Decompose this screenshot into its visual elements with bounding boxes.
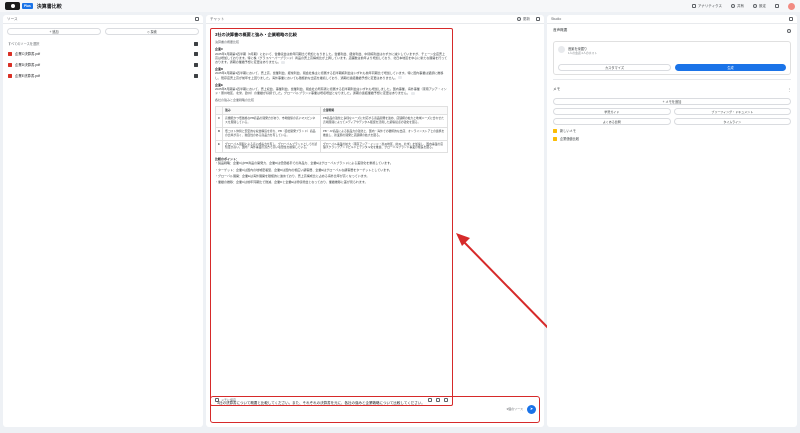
section-text: 2025年3月期第3四半期（9月期）において、営業収益は前年同期比で増加となりま… — [215, 51, 448, 65]
source-checkbox[interactable] — [194, 62, 198, 67]
source-item[interactable]: 企業C決算書.pdf — [3, 48, 203, 59]
share-icon — [731, 4, 735, 8]
chat-header: チャット 更新 — [206, 15, 544, 24]
audio-overview-label: 音声概要 — [553, 28, 791, 33]
generate-button[interactable]: 生成 — [675, 64, 786, 71]
app-logo — [5, 2, 20, 10]
studio-title: Studio — [551, 17, 562, 21]
source-count: 3個のソース — [506, 407, 523, 411]
note-icon — [553, 136, 557, 141]
table-row: C 高機能かつ低価格なPB商品の開発力があり、市場価値の高いマスビジネスを展開し… — [214, 114, 449, 129]
source-checkbox[interactable] — [194, 51, 198, 56]
send-arrow-icon: ➤ — [529, 406, 534, 412]
refresh-icon — [516, 17, 521, 21]
pdf-icon — [8, 62, 12, 67]
table-heading: 各社の強みと企業戦略の比較 — [215, 98, 255, 103]
expand-panel-icon[interactable] — [536, 17, 540, 21]
avatar[interactable] — [788, 2, 795, 10]
analytics-button[interactable]: アナリティクス — [691, 4, 722, 9]
settings-button[interactable]: 設定 — [753, 4, 766, 9]
audio-card-subtitle: 1人の会話 2人のホスト — [568, 51, 598, 55]
analytics-icon — [691, 4, 696, 8]
faq-button[interactable]: よくある質問 — [553, 118, 671, 126]
refresh-button[interactable]: 更新 — [516, 17, 530, 22]
sources-panel: ソース + 追加 ◇ 探索 すべてのソースを選択 企業C決算書.pdf 企業D決… — [3, 15, 203, 427]
chat-answer: 3社の決算書の概要と強み・企業戦略の比較 決算書の概要比較 企業C 2025年3… — [210, 28, 453, 406]
points-list: ・製品戦略：企業CはPB商品の開発力、企業Dは低価格帯での商品力、企業Eはグロー… — [215, 161, 448, 184]
source-item[interactable]: 企業E決算書.pdf — [3, 70, 203, 81]
study-guide-button[interactable]: 学習ガイド — [553, 108, 671, 116]
gear-icon — [753, 4, 757, 8]
studio-panel: Studio 音声概要 音楽を深掘り 1人の会話 2人のホスト カスタマイズ 生… — [547, 15, 797, 427]
section-text: 2025年2月期第3四半期において、売上高、営業利益、経常利益、親会社株主に帰属… — [215, 71, 444, 80]
collapse-panel-icon[interactable] — [195, 17, 199, 21]
top-bar: Plus 決算書比較 アナリティクス 共有 設定 — [0, 0, 800, 12]
pdf-icon — [8, 73, 12, 78]
list-item: ・業績の推移：企業Cは前年同期比で微減、企業Dと企業Eは増収増益となっており、業… — [215, 180, 368, 185]
sources-header: ソース — [3, 15, 203, 24]
answer-subtitle: 決算書の概要比較 — [215, 40, 240, 45]
briefing-doc-button[interactable]: ブリーフィング・ドキュメント — [673, 108, 791, 116]
more-options-icon[interactable]: ⋮ — [787, 88, 791, 92]
table-header-cell: 強み — [222, 105, 321, 116]
memo-label: メモ ⋮ — [553, 87, 791, 92]
collapse-panel-icon[interactable] — [789, 17, 793, 21]
chat-input[interactable]: 3社の決算書について概要と比較してください。また、それぞれの決算書を元に、各社の… — [210, 396, 540, 423]
citation-chip[interactable] — [398, 76, 403, 80]
pdf-icon — [8, 51, 12, 56]
add-memo-button[interactable]: + メモを追加 — [553, 98, 791, 106]
sources-title: ソース — [7, 16, 18, 21]
table-header-cell — [214, 105, 224, 116]
answer-title: 3社の決算書の概要と強み・企業戦略の比較 — [215, 32, 297, 37]
chat-title: チャット — [210, 16, 225, 21]
note-icon — [553, 128, 557, 133]
plus-badge: Plus — [22, 3, 33, 9]
memo-item[interactable]: 企業価値比較 — [553, 136, 791, 141]
table-row: D 低コスト体質と安定的な収益構造を持ち、PB（自社開発ブランド）商品の比率が高… — [214, 127, 449, 141]
list-item: ・グローバル展開：企業Eは海外展開を積極的に進めており、売上高構成比に占める海外… — [215, 173, 370, 178]
section-text: 2025年8月期第1四半期において、売上収益、事業利益、営業利益、親会社の所有者… — [215, 87, 447, 96]
list-item: ・製品戦略：企業CはPB商品の開発力、企業Dは低価格帯での商品力、企業Eはグロー… — [215, 161, 393, 166]
list-item: ・ターゲット：企業Cは国内の地域密着型、企業Dは国内の幅広い顧客層、企業Eはグロ… — [215, 167, 392, 172]
memo-item[interactable]: 新しいメモ — [553, 128, 791, 133]
audio-overview-card: 音楽を深掘り 1人の会話 2人のホスト カスタマイズ 生成 — [553, 41, 791, 75]
table-header-cell: 企業戦略 — [319, 105, 449, 116]
audio-icon — [558, 46, 565, 53]
citation-chip[interactable] — [410, 91, 415, 95]
table-row: E グローバル展開による高い成長力を有し、グローバルブランドとしての認知度が高い… — [214, 139, 449, 154]
info-icon[interactable] — [787, 28, 791, 33]
send-button[interactable]: ➤ — [527, 405, 536, 414]
select-all-row[interactable]: すべてのソースを選択 — [3, 39, 203, 48]
discover-button[interactable]: ◇ 探索 — [105, 28, 199, 35]
apps-grid-icon[interactable] — [775, 4, 779, 8]
comparison-table: 強み 企業戦略 C 高機能かつ低価格なPB商品の開発力があり、市場価値の高いマス… — [214, 105, 449, 154]
source-checkbox[interactable] — [194, 73, 198, 78]
share-button[interactable]: 共有 — [731, 4, 744, 9]
notebook-title[interactable]: 決算書比較 — [37, 3, 62, 10]
customize-button[interactable]: カスタマイズ — [558, 64, 671, 71]
studio-header: Studio — [547, 15, 797, 24]
source-item[interactable]: 企業D決算書.pdf — [3, 59, 203, 70]
add-source-button[interactable]: + 追加 — [7, 28, 101, 35]
chat-panel: チャット 更新 3社の決算書の概要と強み・企業戦略の比較 決算書の概要比較 企業… — [206, 15, 544, 427]
select-all-checkbox[interactable] — [194, 41, 198, 46]
timeline-button[interactable]: タイムライン — [673, 118, 791, 126]
citation-chip[interactable] — [281, 60, 286, 64]
